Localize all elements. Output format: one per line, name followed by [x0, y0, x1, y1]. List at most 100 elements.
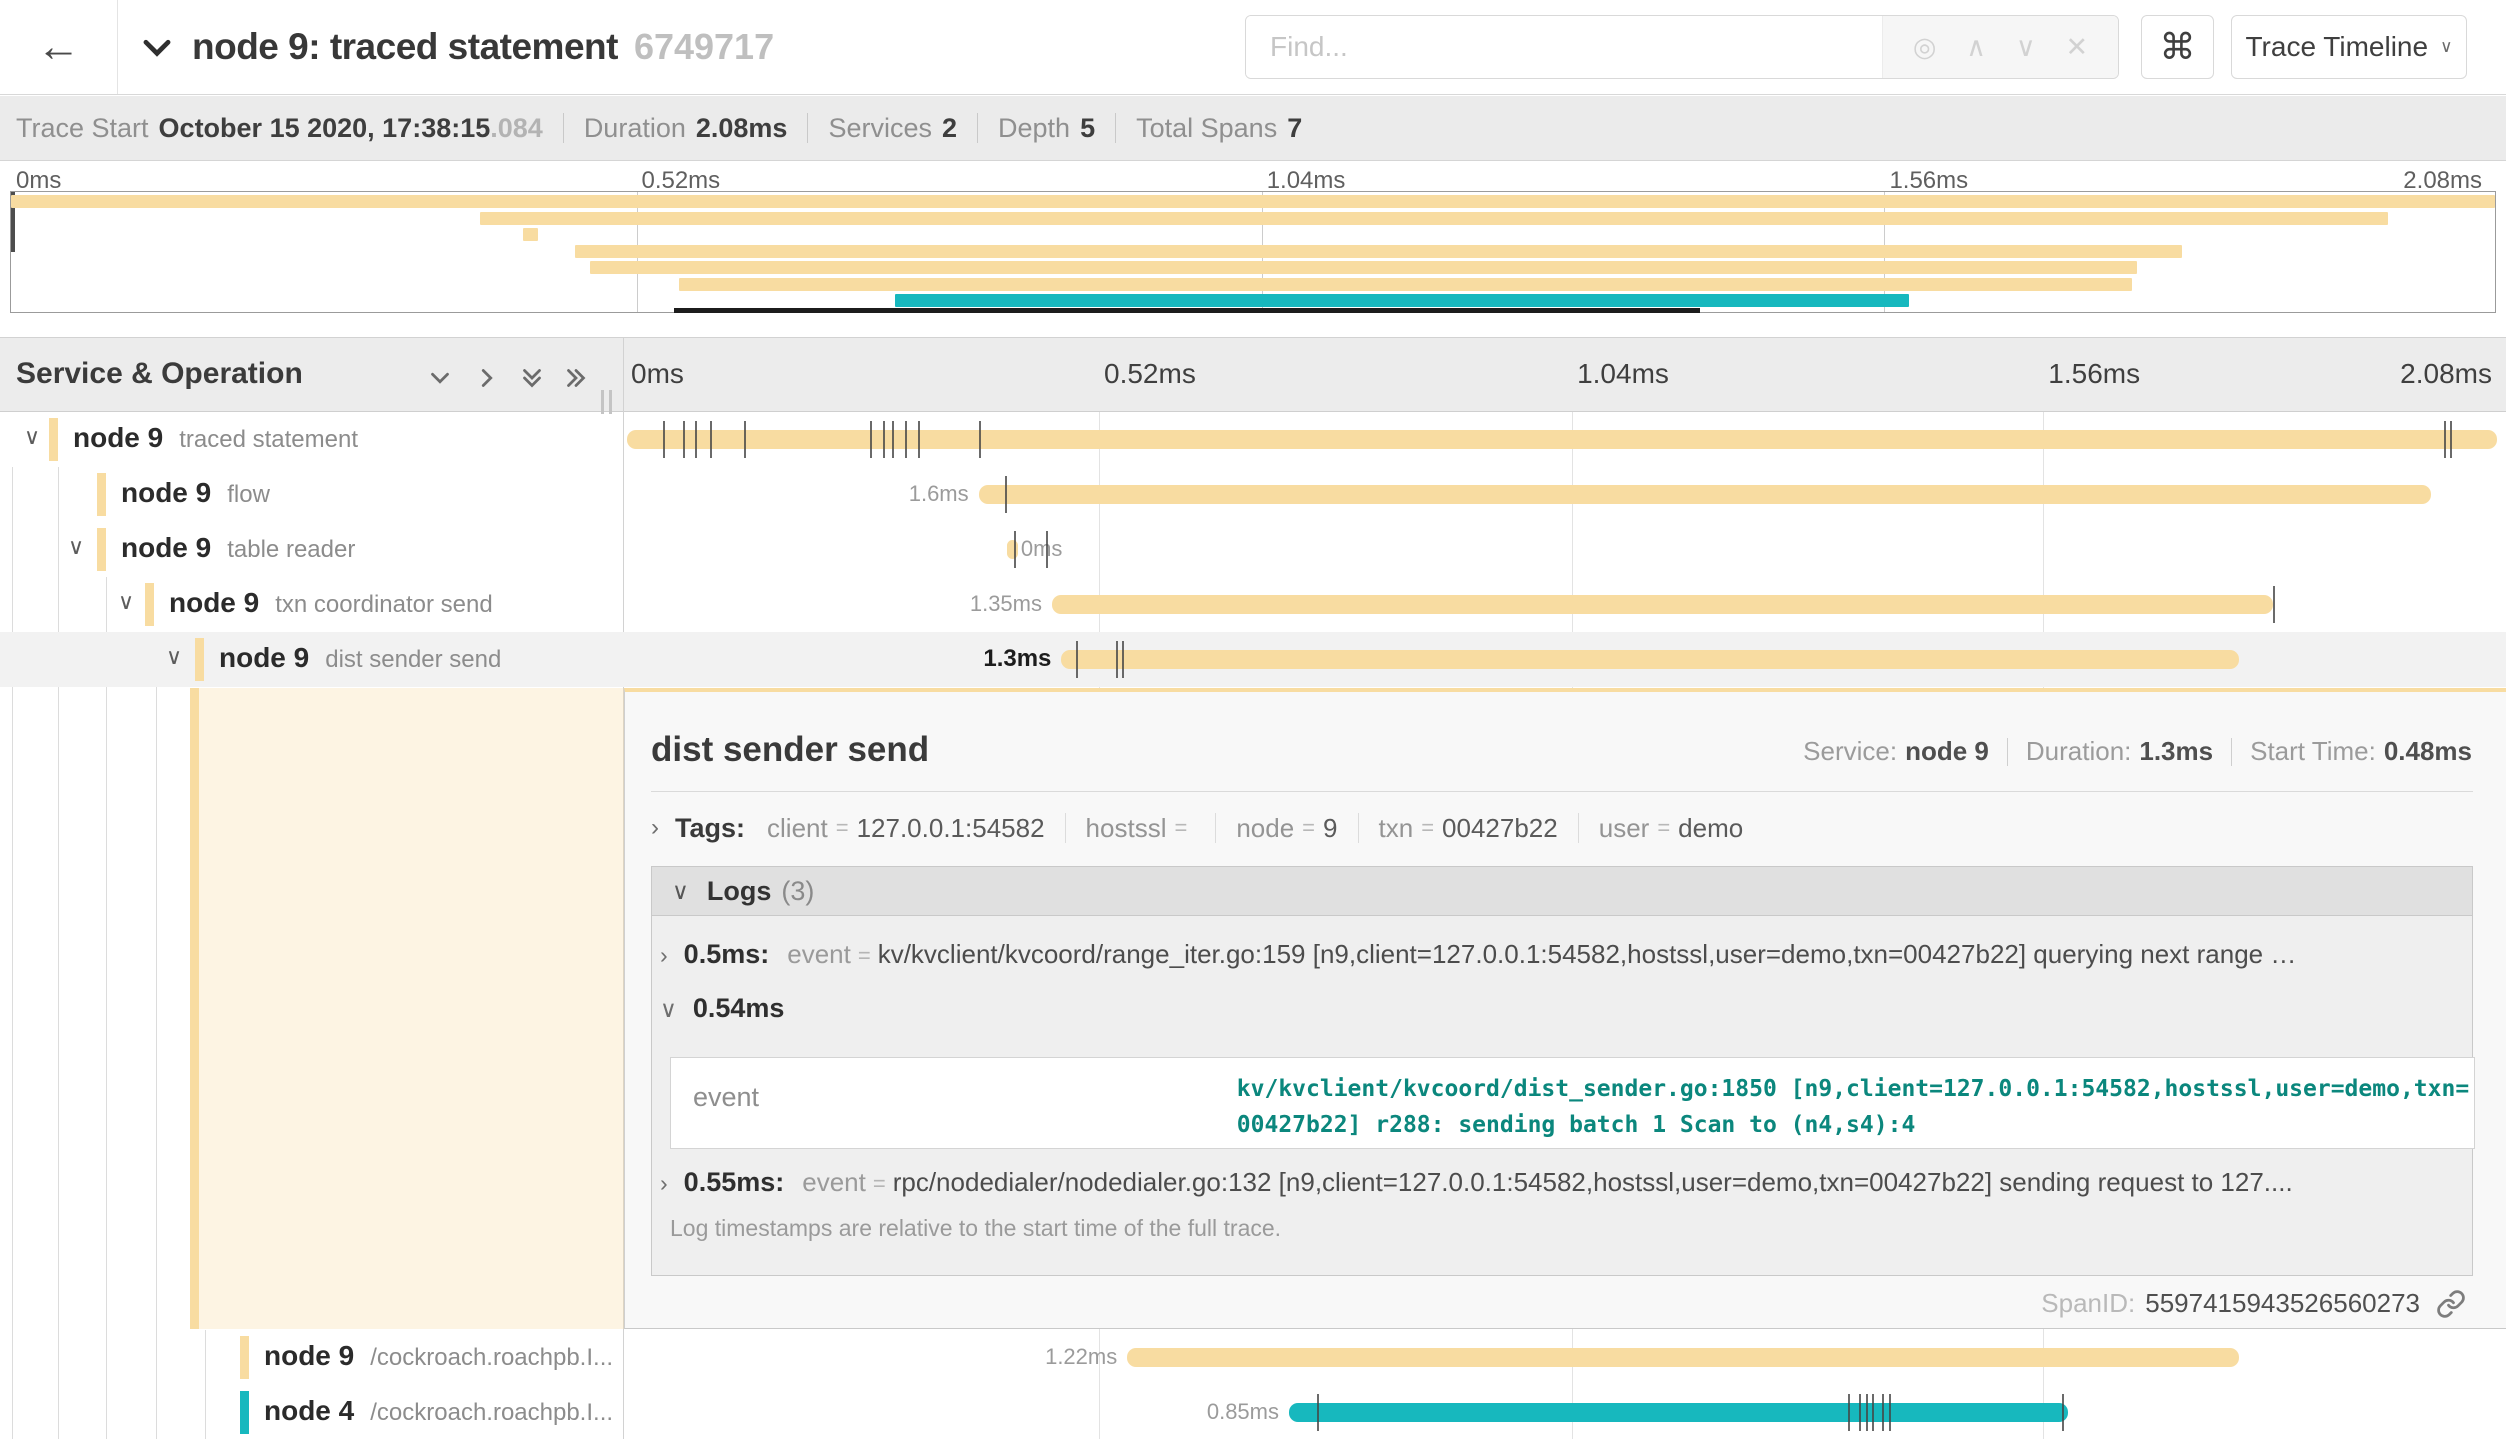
back-button[interactable]: ←: [0, 0, 118, 94]
equals-sign: =: [873, 1171, 886, 1197]
span-row[interactable]: node 9/cockroach.roachpb.I...1.22ms: [0, 1330, 2506, 1385]
expand-all-icon[interactable]: [561, 363, 591, 393]
chevron-down-icon[interactable]: ∨: [68, 534, 84, 560]
span-operation-name: /cockroach.roachpb.I...: [370, 1399, 613, 1426]
page-title: node 9: traced statement: [192, 26, 618, 68]
span-operation-name: /cockroach.roachpb.I...: [370, 1344, 613, 1371]
indent-guide: [106, 577, 107, 1439]
chevron-down-icon[interactable]: ∨: [166, 644, 182, 670]
detail-meta-value: 0.48ms: [2384, 736, 2472, 767]
find-group: ◎ ∧ ∨ ✕: [1245, 15, 2119, 79]
log-field-key: event: [802, 1167, 866, 1198]
equals-sign: =: [1174, 815, 1187, 841]
chevron-down-icon[interactable]: ∨: [24, 424, 40, 450]
trace-info-value: 2.08ms: [696, 113, 788, 144]
expand-one-icon[interactable]: [472, 363, 502, 393]
minimap-span-bar: [523, 228, 538, 241]
span-color-bar: [97, 528, 106, 571]
span-duration-bar[interactable]: [1289, 1403, 2068, 1422]
log-entry[interactable]: › 0.55ms: event = rpc/nodedialer/nodedialer.…: [660, 1167, 2293, 1198]
span-id-value: 5597415943526560273: [2145, 1288, 2420, 1319]
log-marker-tick: [1005, 476, 1007, 513]
trace-info-value: October 15 2020, 17:38:15: [159, 113, 491, 144]
span-service-name[interactable]: node 9flow: [121, 477, 270, 509]
log-timestamp: 0.54ms: [693, 993, 785, 1024]
span-operation-name: traced statement: [179, 426, 358, 453]
log-field-value: rpc/nodedialer/nodedialer.go:132 [n9,cli…: [893, 1167, 2293, 1198]
equals-sign: =: [1302, 815, 1315, 841]
locate-icon[interactable]: ◎: [1913, 32, 1937, 63]
minimap-range-bar[interactable]: [674, 308, 1700, 313]
span-row[interactable]: ∨node 9table reader0ms: [0, 522, 2506, 577]
span-duration-bar[interactable]: [1061, 650, 2239, 669]
span-service-name[interactable]: node 9traced statement: [73, 422, 358, 454]
span-duration-bar[interactable]: [627, 430, 2497, 449]
command-icon: ⌘: [2160, 26, 2196, 68]
selected-span-accent-bar: [190, 688, 199, 1329]
column-resize-grip[interactable]: [601, 390, 612, 414]
axis-tick-label: 2.08ms: [2400, 358, 2492, 390]
collapse-all-icon[interactable]: [517, 363, 547, 393]
minimap-canvas[interactable]: [10, 191, 2496, 313]
span-duration-bar[interactable]: [1007, 540, 1018, 559]
tag-value: 9: [1323, 813, 1337, 844]
span-service-name[interactable]: node 9dist sender send: [219, 642, 501, 674]
log-marker-tick: [979, 421, 981, 458]
find-input[interactable]: [1246, 16, 1882, 78]
span-service-name[interactable]: node 9txn coordinator send: [169, 587, 493, 619]
detail-meta-label: Duration:: [2026, 736, 2132, 767]
logs-header[interactable]: ∨ Logs (3): [652, 867, 2472, 916]
trace-timeline-page: ← node 9: traced statement 6749717 ◎ ∧ ∨…: [0, 0, 2506, 1439]
collapse-trace-chevron-icon[interactable]: [138, 28, 176, 66]
span-duration-label: 1.6ms: [909, 481, 969, 507]
view-selector-button[interactable]: Trace Timeline ∨: [2231, 15, 2467, 79]
log-marker-tick: [1848, 1394, 1850, 1431]
prev-result-icon[interactable]: ∧: [1966, 32, 1986, 63]
axis-tick-label: 0ms: [631, 358, 684, 390]
chevron-down-icon: ∨: [660, 996, 677, 1023]
span-row[interactable]: ∨ node 9traced statement: [0, 412, 2506, 467]
log-marker-tick: [2444, 421, 2446, 458]
span-row[interactable]: ∨node 9dist sender send1.3ms: [0, 632, 2506, 687]
trace-info-value: 7: [1287, 113, 1302, 144]
log-marker-tick: [1116, 641, 1118, 678]
span-row[interactable]: ∨ node 9txn coordinator send 1.35ms: [0, 577, 2506, 632]
minimap-span-bar: [575, 245, 2182, 258]
tags-section[interactable]: › Tags: client=127.0.0.1:54582hostssl=no…: [651, 804, 1743, 852]
log-marker-tick: [1859, 1394, 1861, 1431]
span-duration-bar[interactable]: [1127, 1348, 2239, 1367]
log-entry[interactable]: ›0.5ms:event=kv/kvclient/kvcoord/range_i…: [660, 939, 2296, 970]
span-operation-name: txn coordinator send: [275, 591, 492, 618]
trace-info-value-suffix: .084: [490, 113, 543, 144]
log-marker-tick: [1076, 641, 1078, 678]
log-marker-tick: [1882, 1394, 1884, 1431]
log-marker-tick: [1889, 1394, 1891, 1431]
chevron-down-icon[interactable]: ∨: [118, 589, 134, 615]
keyboard-shortcuts-button[interactable]: ⌘: [2141, 15, 2214, 79]
tag-key: txn: [1379, 813, 1414, 844]
span-duration-bar[interactable]: [1052, 595, 2273, 614]
span-duration-label: 1.35ms: [970, 591, 1042, 617]
span-row[interactable]: node 9flow 1.6ms: [0, 467, 2506, 522]
minimap-span-bar: [11, 195, 2495, 208]
log-marker-tick: [2273, 586, 2275, 623]
span-row[interactable]: node 4/cockroach.roachpb.I...0.85ms: [0, 1385, 2506, 1439]
chevron-right-icon: ›: [660, 1170, 668, 1197]
equals-sign: =: [1421, 815, 1434, 841]
minimap-span-bar: [480, 212, 2388, 225]
span-service-name[interactable]: node 9/cockroach.roachpb.I...: [264, 1340, 613, 1372]
span-duration-bar[interactable]: [979, 485, 2431, 504]
clear-search-icon[interactable]: ✕: [2065, 32, 2088, 63]
tags-label: Tags:: [675, 813, 745, 844]
collapse-one-icon[interactable]: [425, 363, 455, 393]
span-service-name[interactable]: node 4/cockroach.roachpb.I...: [264, 1395, 613, 1427]
log-entry-expanded-header[interactable]: ∨ 0.54ms: [660, 993, 802, 1024]
next-result-icon[interactable]: ∨: [2016, 32, 2036, 63]
selected-span-subtree-highlight: [199, 688, 624, 1329]
log-timestamp: 0.55ms:: [684, 1167, 785, 1198]
logs-count: (3): [781, 876, 814, 907]
span-service-name[interactable]: node 9table reader: [121, 532, 355, 564]
deep-link-icon[interactable]: [2436, 1289, 2466, 1319]
trace-title-wrap: node 9: traced statement 6749717: [138, 0, 774, 94]
trace-info-label: Total Spans: [1136, 113, 1277, 144]
